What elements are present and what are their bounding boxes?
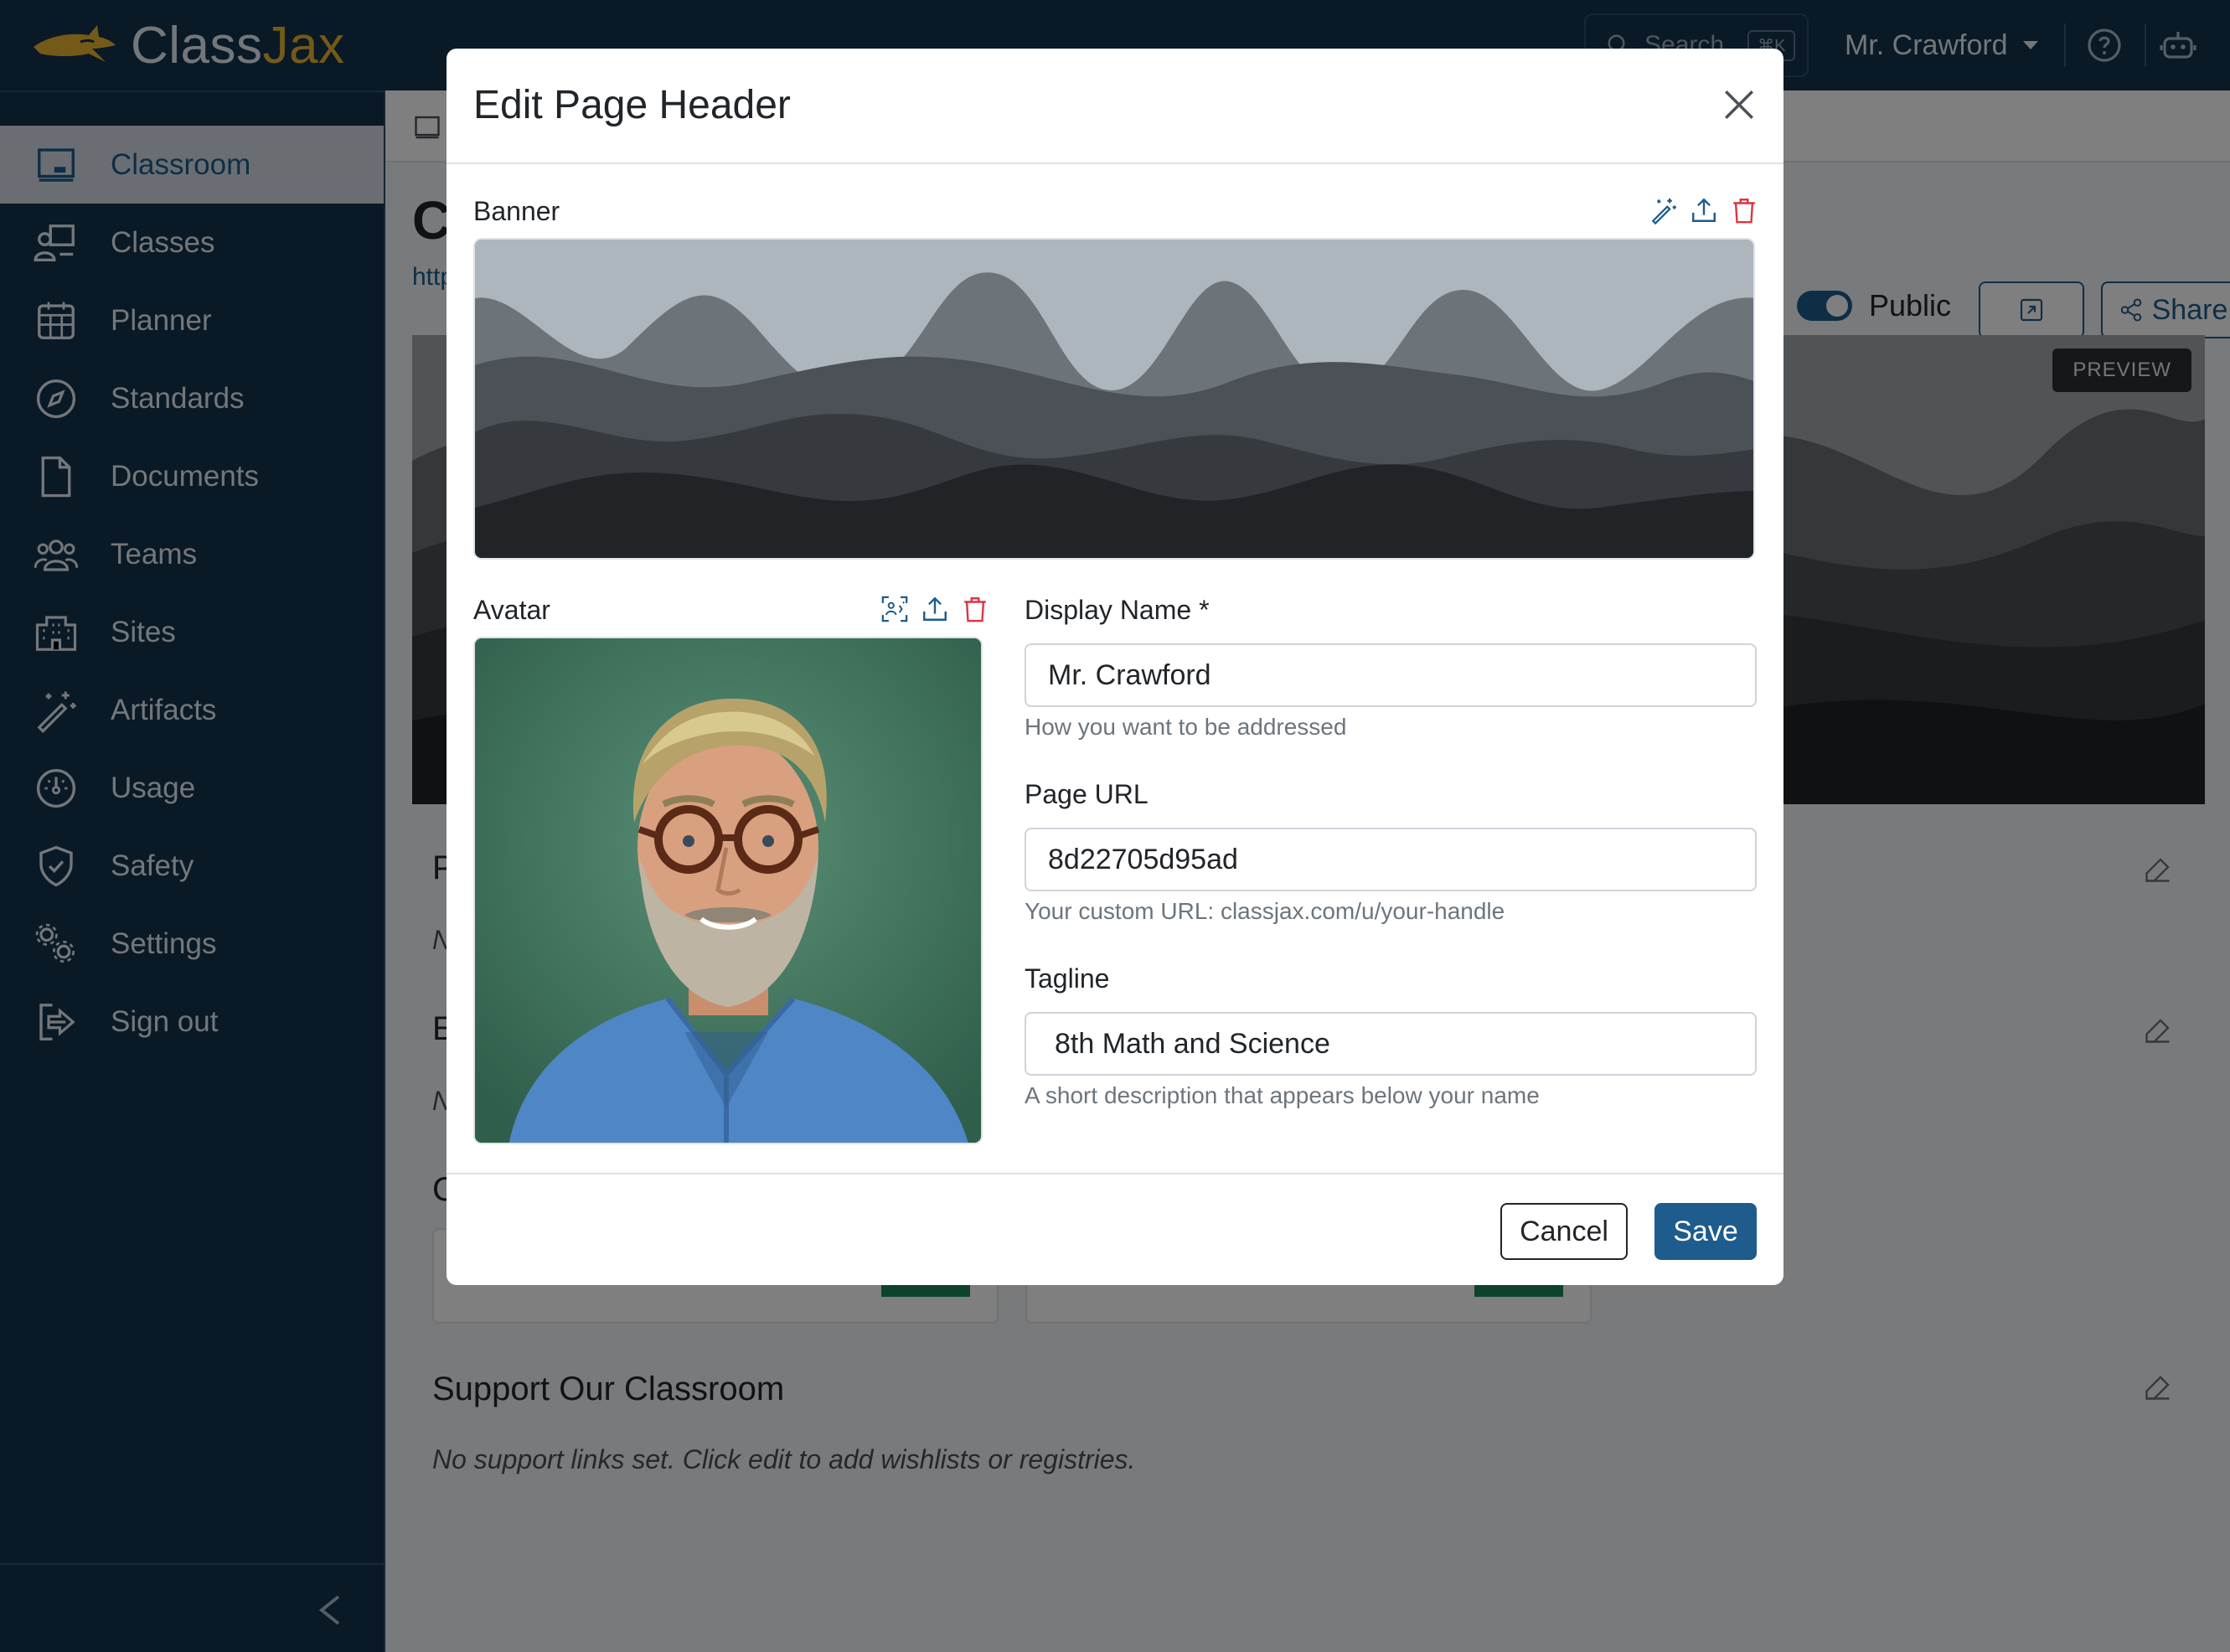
- close-icon[interactable]: [1722, 87, 1757, 122]
- tagline-help: A short description that appears below y…: [1025, 1082, 1540, 1108]
- edit-page-header-modal: Edit Page Header Banner Avatar Display N…: [447, 49, 1783, 1285]
- display-name-input[interactable]: Mr. Crawford: [1025, 643, 1757, 707]
- page-url-input[interactable]: 8d22705d95ad: [1025, 828, 1757, 891]
- cancel-button[interactable]: Cancel: [1500, 1203, 1628, 1260]
- ai-face-icon[interactable]: [880, 595, 909, 623]
- avatar-label: Avatar: [473, 595, 550, 625]
- page-url-label: Page URL: [1025, 779, 1149, 809]
- display-name-label: Display Name *: [1025, 595, 1210, 625]
- banner-image[interactable]: [473, 238, 1755, 560]
- modal-footer: Cancel Save: [447, 1173, 1783, 1285]
- trash-icon[interactable]: [1730, 196, 1758, 225]
- banner-label: Banner: [473, 196, 560, 226]
- modal-title: Edit Page Header: [473, 83, 791, 127]
- display-name-help: How you want to be addressed: [1025, 714, 1347, 740]
- avatar-image[interactable]: [473, 637, 983, 1144]
- page-url-help: Your custom URL: classjax.com/u/your-han…: [1025, 898, 1505, 924]
- tagline-input[interactable]: 8th Math and Science: [1025, 1012, 1757, 1076]
- teacher-portrait-image: [475, 638, 981, 1143]
- modal-header: Edit Page Header: [447, 49, 1783, 164]
- trash-icon[interactable]: [961, 595, 989, 623]
- upload-icon[interactable]: [1690, 196, 1718, 225]
- save-button[interactable]: Save: [1654, 1203, 1757, 1260]
- upload-icon[interactable]: [921, 595, 949, 623]
- tagline-label: Tagline: [1025, 963, 1110, 994]
- magic-wand-icon[interactable]: [1649, 196, 1678, 225]
- banner-waves-image: [475, 240, 1753, 558]
